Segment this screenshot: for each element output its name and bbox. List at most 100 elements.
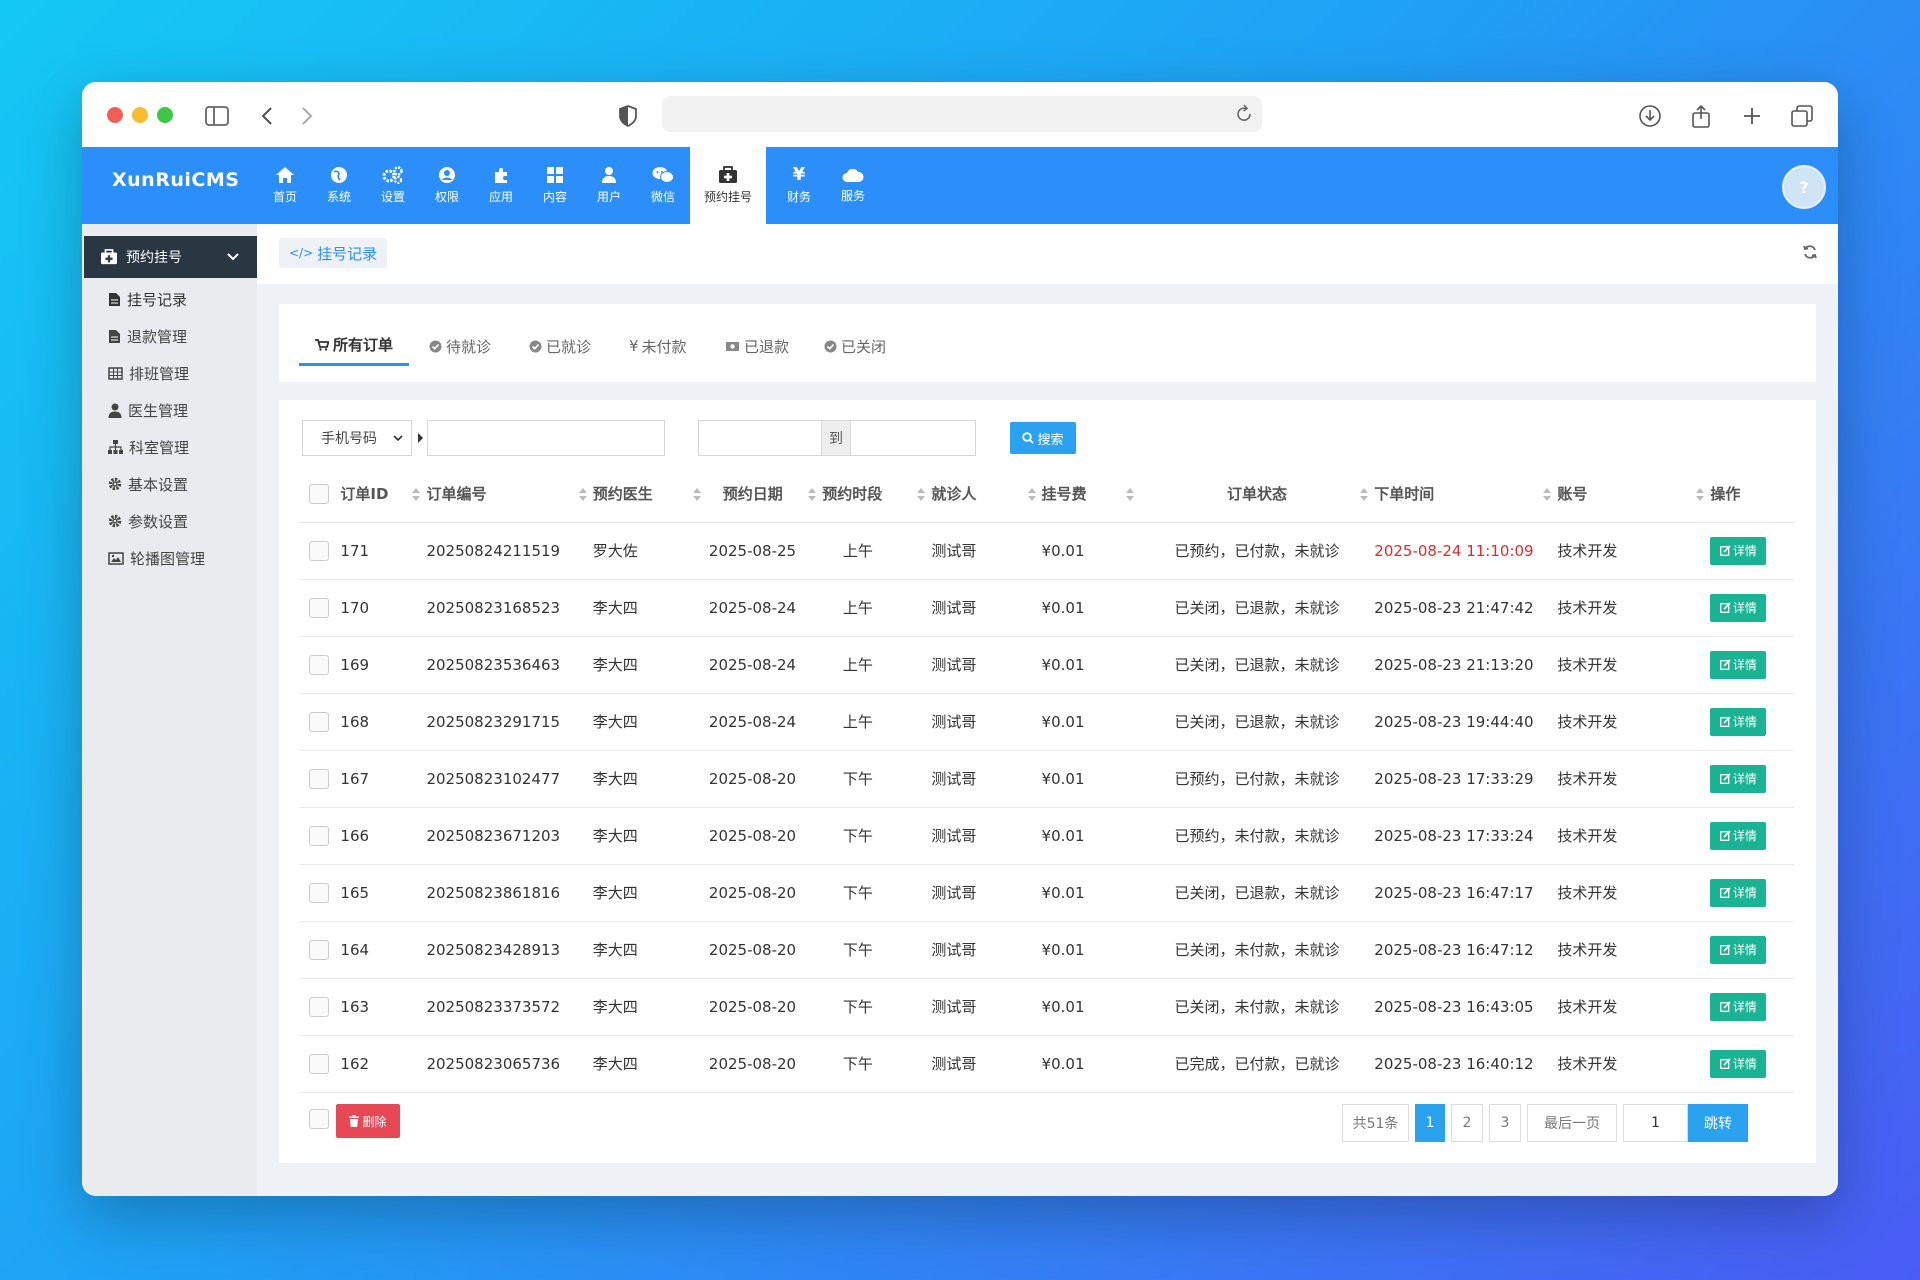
nav-item-settings[interactable]: 设置 [366,147,420,224]
row-checkbox[interactable] [309,597,329,618]
pagination-last[interactable]: 最后一页 [1527,1104,1617,1142]
detail-button[interactable]: 详情 [1710,935,1767,964]
back-icon[interactable] [247,96,287,136]
column-header-date[interactable]: 预约日期 [706,466,823,523]
tabs-overview-icon[interactable] [1782,96,1822,136]
row-checkbox[interactable] [309,654,329,675]
detail-button[interactable]: 详情 [1710,707,1767,736]
tab-refunded[interactable]: 已退款 [725,326,789,366]
nav-item-service[interactable]: 服务 [826,147,880,224]
column-header-patient[interactable]: 就诊人 [931,466,1042,523]
avatar[interactable]: ? [1782,165,1826,209]
nav-item-appointment[interactable]: 预约挂号 [690,147,766,224]
sidebar-item-refunds[interactable]: 退款管理 [108,321,187,351]
nav-item-label: 财务 [786,190,811,204]
cell-slot: 上午 [822,522,932,580]
detail-button[interactable]: 详情 [1710,536,1767,565]
nav-item-system[interactable]: 系统 [312,147,366,224]
pagination-page-3[interactable]: 3 [1489,1104,1521,1142]
column-header-account[interactable]: 账号 [1557,466,1711,523]
nav-item-users[interactable]: 用户 [582,147,636,224]
search-button[interactable]: 搜索 [1010,422,1076,454]
column-header-order-no[interactable]: 订单编号 [426,466,593,523]
column-header-time[interactable]: 下单时间 [1374,466,1558,523]
cell-account: 技术开发 [1557,636,1711,694]
logo[interactable]: XunRuiCMS [112,169,239,191]
breadcrumb-item[interactable]: </> 挂号记录 [279,238,388,268]
select-all-checkbox[interactable] [309,483,329,504]
sidebar-toggle-icon[interactable] [197,96,237,136]
nav-item-wechat[interactable]: 微信 [636,147,690,224]
row-checkbox[interactable] [309,996,329,1017]
nav-item-permissions[interactable]: 权限 [420,147,474,224]
close-window-button[interactable] [107,107,123,123]
share-icon[interactable] [1681,96,1721,136]
page-jump-input[interactable]: 1 [1623,1104,1688,1142]
refresh-icon[interactable] [1802,244,1818,264]
row-checkbox[interactable] [309,768,329,789]
tab-unpaid[interactable]: ¥ 未付款 [629,326,687,366]
pagination-page-2[interactable]: 2 [1451,1104,1483,1142]
column-header-status[interactable]: 订单状态 [1139,466,1375,523]
detail-button[interactable]: 详情 [1710,1049,1767,1078]
cell-slot: 上午 [822,579,932,637]
cell-fee: ¥0.01 [1041,1035,1140,1093]
detail-button[interactable]: 详情 [1710,650,1767,679]
row-checkbox[interactable] [309,711,329,732]
sidebar-item-carousel[interactable]: 轮播图管理 [108,543,205,573]
row-checkbox[interactable] [309,1053,329,1074]
sidebar-item-doctors[interactable]: 医生管理 [108,395,188,425]
tab-pending-visit[interactable]: 待就诊 [429,326,491,366]
nav-item-finance[interactable]: ¥ 财务 [772,147,826,224]
column-header-order-id[interactable]: 订单ID [340,466,427,523]
tab-all-orders[interactable]: 所有订单 [299,326,410,366]
maximize-window-button[interactable] [157,107,173,123]
page-jump-button[interactable]: 跳转 [1688,1104,1748,1142]
sidebar-item-param-settings[interactable]: 参数设置 [108,506,188,536]
tab-closed[interactable]: 已关闭 [824,326,886,366]
row-checkbox[interactable] [309,939,329,960]
delete-button[interactable]: 删除 [336,1104,400,1138]
pagination-page-1[interactable]: 1 [1415,1104,1445,1142]
forward-icon[interactable] [287,96,327,136]
date-to-input[interactable] [850,420,976,456]
reload-icon[interactable] [1234,102,1254,128]
row-checkbox[interactable] [309,540,329,561]
sidebar-item-schedule[interactable]: 排班管理 [108,358,189,388]
row-checkbox[interactable] [309,825,329,846]
orders-table: 订单ID 订单编号 预约医生 预约日期 预约时段 就诊人 挂号费 订单状态 下单… [299,466,1794,1093]
detail-button[interactable]: 详情 [1710,878,1767,907]
new-tab-icon[interactable] [1732,96,1772,136]
edit-icon [1719,830,1731,841]
column-header-doctor[interactable]: 预约医生 [592,466,707,523]
select-all-footer-checkbox[interactable] [309,1109,329,1129]
column-header-fee[interactable]: 挂号费 [1041,466,1140,523]
sidebar-header[interactable]: 预约挂号 [84,236,269,278]
tab-visited[interactable]: 已就诊 [529,326,591,366]
row-checkbox[interactable] [309,882,329,903]
sidebar-item-departments[interactable]: 科室管理 [108,432,189,462]
cell-doctor: 李大四 [592,750,707,808]
sidebar-item-basic-settings[interactable]: 基本设置 [108,469,188,499]
sidebar-item-registration-records[interactable]: 挂号记录 [108,284,187,314]
shield-icon[interactable] [608,96,648,136]
cell-order-no: 20250823861816 [426,864,593,922]
search-field-value: 手机号码 [321,431,377,447]
search-field-select[interactable]: 手机号码 [302,420,412,456]
detail-button[interactable]: 详情 [1710,593,1767,622]
nav-item-label: 微信 [650,190,675,204]
grid-icon [547,167,563,183]
detail-button[interactable]: 详情 [1710,992,1767,1021]
download-icon[interactable] [1630,96,1670,136]
column-header-slot[interactable]: 预约时段 [822,466,932,523]
cell-order-id: 163 [340,978,427,1036]
address-bar[interactable] [662,96,1262,132]
detail-button[interactable]: 详情 [1710,764,1767,793]
nav-item-content[interactable]: 内容 [528,147,582,224]
nav-item-apps[interactable]: 应用 [474,147,528,224]
nav-item-home[interactable]: 首页 [258,147,312,224]
search-keyword-input[interactable] [427,420,665,456]
date-from-input[interactable] [698,420,822,456]
minimize-window-button[interactable] [132,107,148,123]
detail-button[interactable]: 详情 [1710,821,1767,850]
